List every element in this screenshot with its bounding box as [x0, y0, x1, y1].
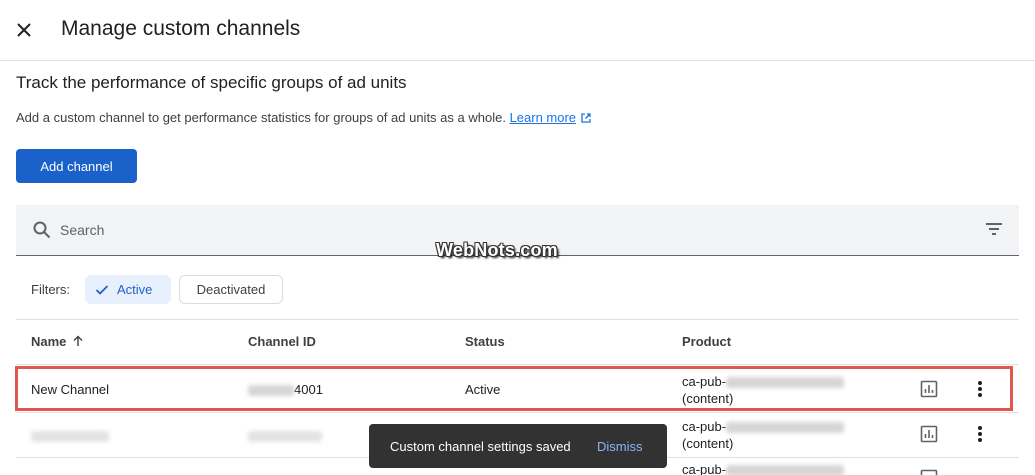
filter-chip-active[interactable]: Active: [85, 275, 171, 304]
filter-icon[interactable]: [985, 222, 1003, 236]
channel-product: ca-pub-: [682, 462, 845, 475]
description: Add a custom channel to get performance …: [16, 110, 592, 125]
arrow-up-icon: [73, 335, 83, 346]
report-button[interactable]: [917, 466, 941, 475]
report-button[interactable]: [917, 422, 941, 446]
redacted-text: [726, 422, 845, 434]
add-channel-button[interactable]: Add channel: [16, 149, 137, 183]
redacted-text: [248, 431, 322, 443]
more-options-button[interactable]: [968, 422, 992, 446]
chip-label: Deactivated: [196, 282, 266, 297]
product-prefix: ca-pub-: [682, 419, 727, 434]
column-header-channel-id: Channel ID: [248, 334, 316, 349]
check-icon: [95, 284, 109, 295]
column-header-label: Name: [31, 334, 67, 349]
learn-more-link[interactable]: Learn more: [510, 110, 576, 125]
snackbar-message: Custom channel settings saved: [390, 438, 571, 454]
description-text: Add a custom channel to get performance …: [16, 110, 506, 125]
product-prefix: ca-pub-: [682, 462, 727, 475]
channel-name[interactable]: [31, 428, 109, 443]
redacted-text: [726, 465, 845, 475]
snackbar: Custom channel settings saved Dismiss: [369, 424, 667, 468]
section-heading: Track the performance of specific groups…: [16, 73, 407, 92]
page-title: Manage custom channels: [61, 17, 301, 40]
external-link-icon: [581, 113, 591, 123]
column-header-status: Status: [465, 334, 505, 349]
bar-chart-icon: [920, 425, 938, 443]
bar-chart-icon: [920, 469, 938, 475]
redacted-text: [31, 431, 109, 443]
filter-chip-deactivated[interactable]: Deactivated: [179, 275, 283, 304]
row-divider: [16, 412, 1019, 413]
table-divider: [16, 319, 1019, 320]
close-button[interactable]: [12, 18, 36, 42]
chip-label: Active: [117, 282, 153, 297]
filters-label: Filters:: [31, 282, 70, 297]
more-vert-icon: [978, 426, 982, 442]
dialog-header: Manage custom channels: [0, 0, 1035, 61]
column-header-product: Product: [682, 334, 732, 349]
row-highlight: [15, 366, 1013, 411]
channel-id: [248, 428, 322, 443]
close-icon: [17, 23, 31, 37]
search-icon: [33, 221, 51, 239]
watermark: WebNots.com: [436, 240, 558, 260]
row-divider: [16, 364, 1019, 365]
product-suffix: (content): [682, 436, 734, 451]
channel-product: ca-pub- (content): [682, 418, 845, 452]
column-header-name[interactable]: Name: [31, 334, 84, 349]
dismiss-button[interactable]: Dismiss: [597, 439, 643, 454]
